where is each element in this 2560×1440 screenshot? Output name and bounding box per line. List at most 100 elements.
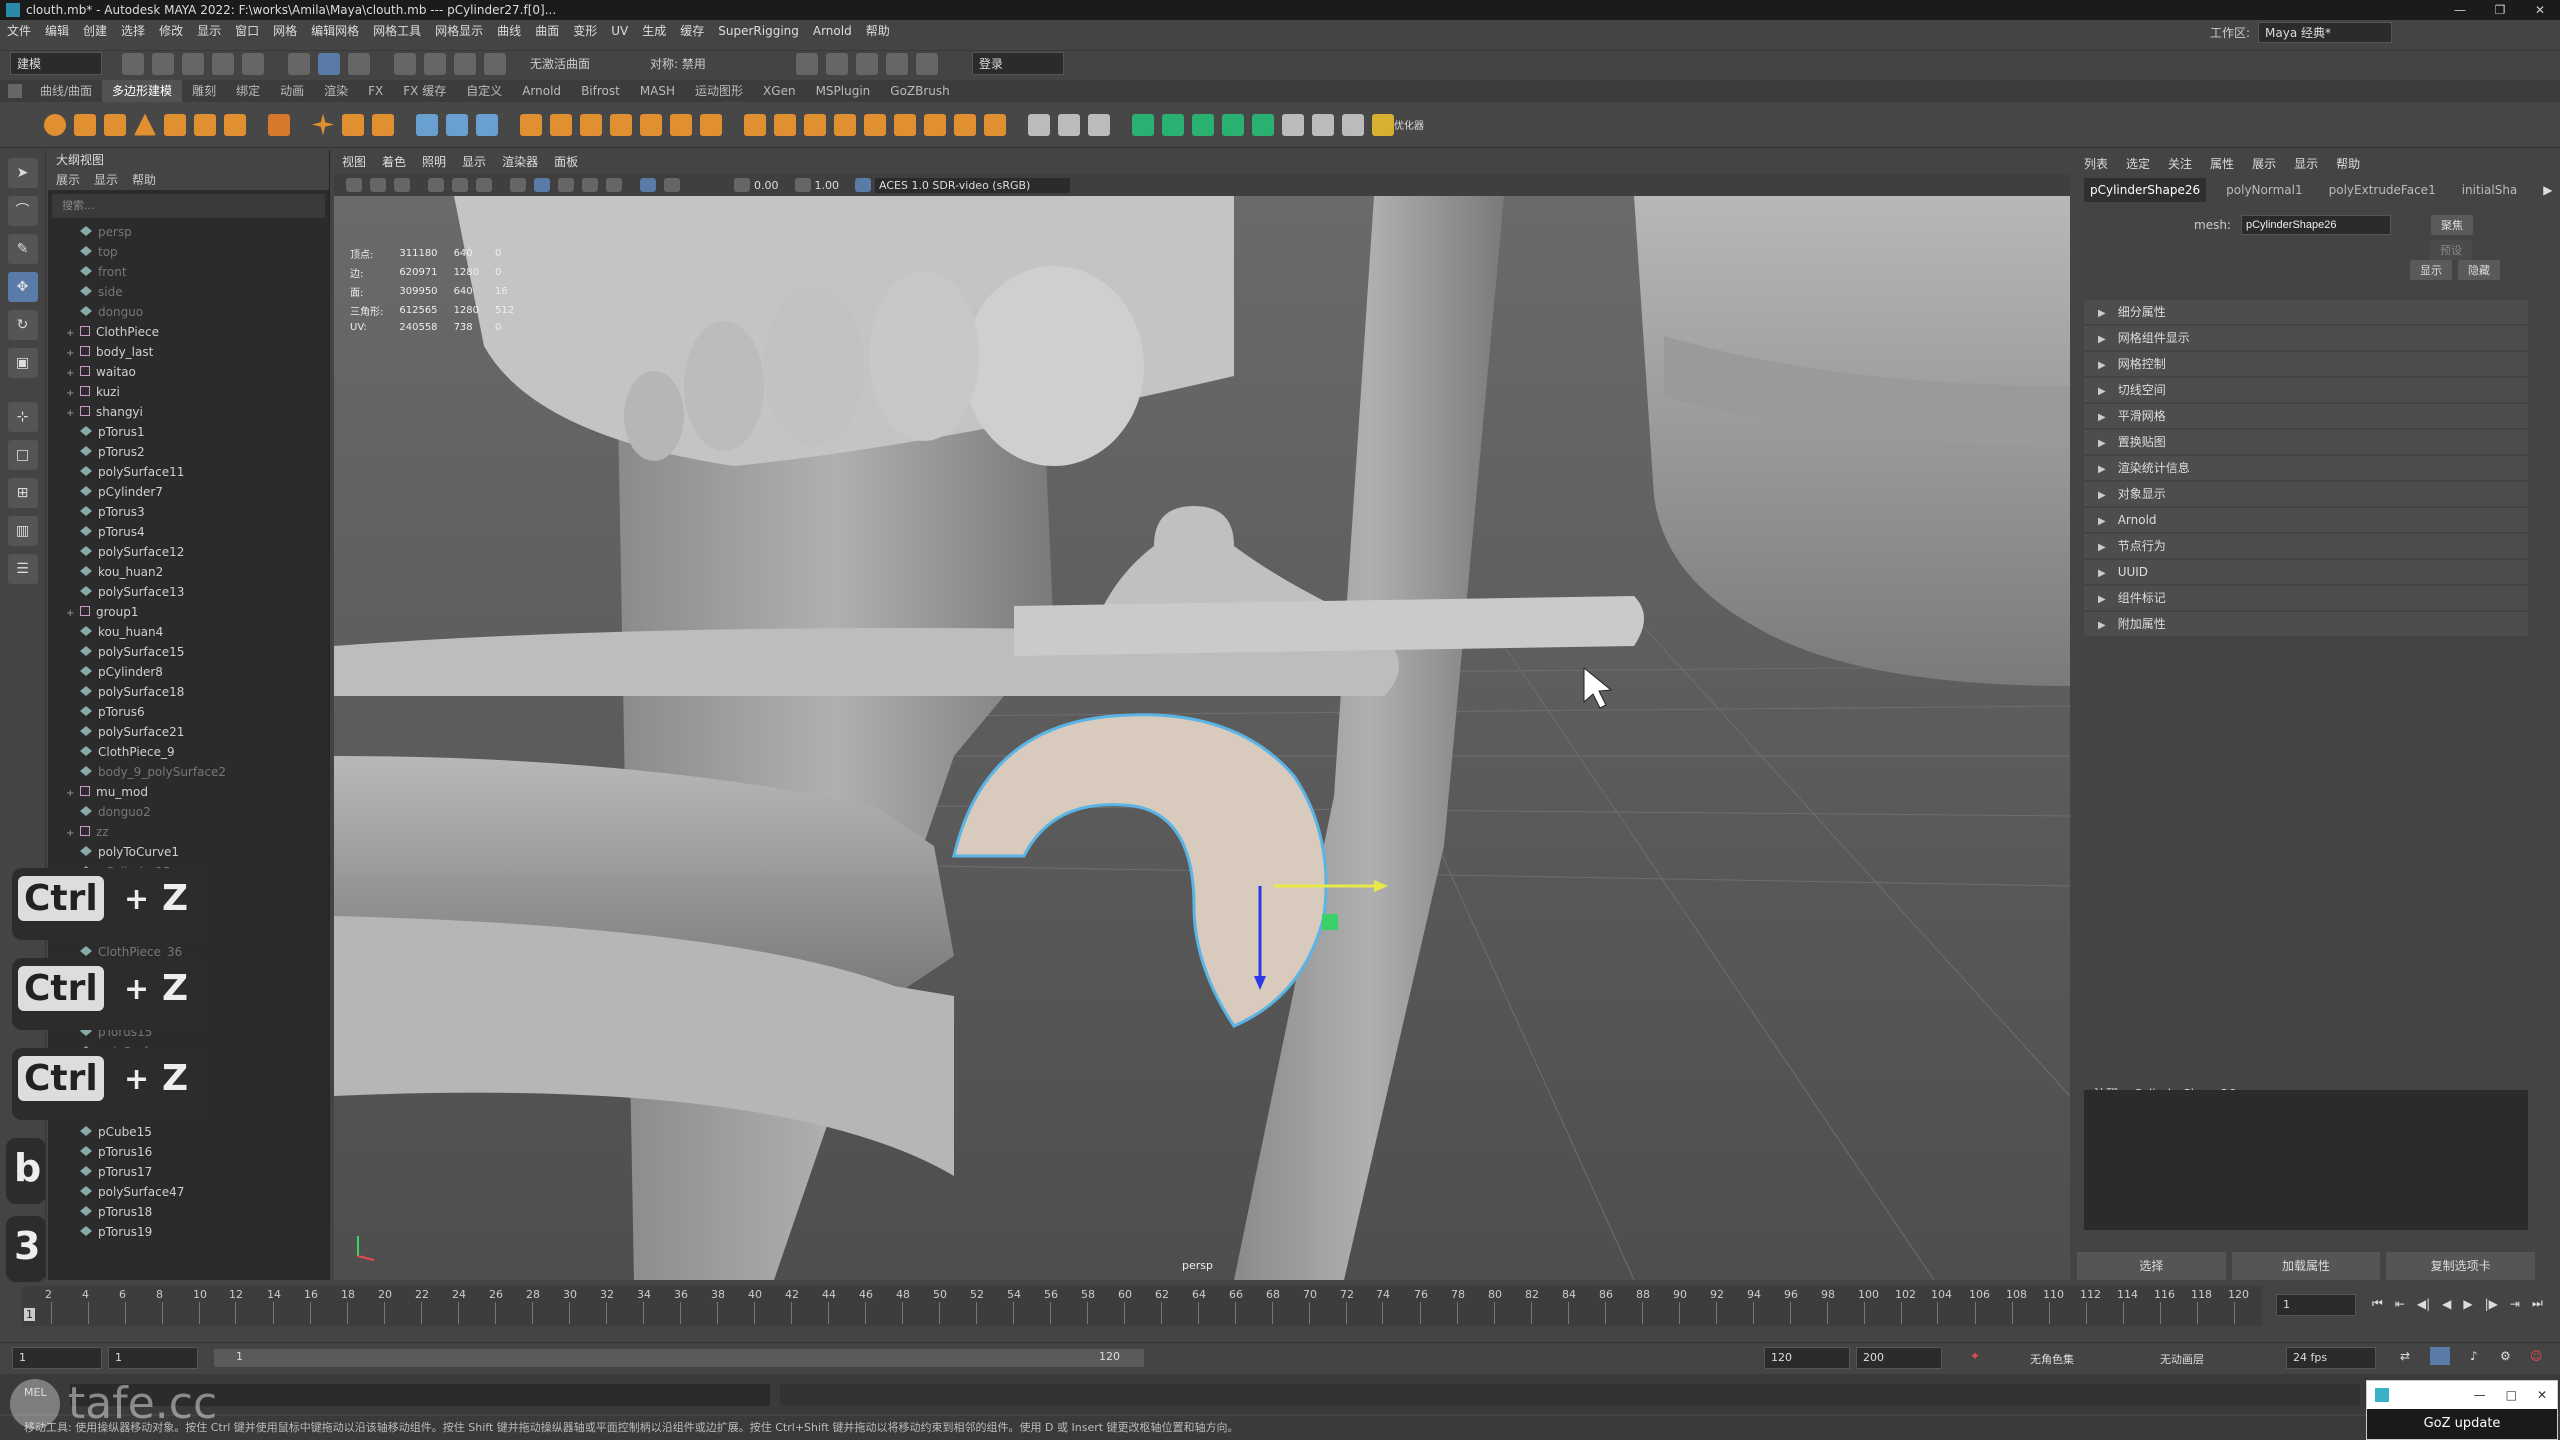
xray-icon[interactable] (664, 178, 680, 192)
outliner-item[interactable]: pCylinder7 (66, 482, 329, 502)
loop-icon[interactable]: ⇄ (2400, 1349, 2410, 1363)
outliner-item[interactable]: polySurface18 (66, 682, 329, 702)
lights-icon[interactable] (582, 178, 598, 192)
shelf-tab[interactable]: Bifrost (571, 80, 630, 102)
menu-item[interactable]: 修改 (152, 20, 190, 42)
key-icon[interactable] (2430, 1347, 2450, 1365)
outliner-menu-item[interactable]: 显示 (94, 170, 118, 190)
shelf-tab[interactable]: 曲线/曲面 (30, 80, 102, 102)
fill-hole-icon[interactable] (610, 113, 632, 136)
time-slider[interactable]: 1 2 4 6 8 10 12 14 16 18 20 22 24 26 28 30 32 34 36 38 40 42… (0, 1282, 2560, 1340)
bookmark-icon[interactable] (394, 178, 410, 192)
undo-icon[interactable] (212, 52, 235, 75)
poly-torus-icon[interactable] (164, 113, 186, 136)
attr-tab[interactable]: pCylinderShape26 (2084, 178, 2207, 202)
viewport-menu-item[interactable]: 照明 (422, 150, 446, 174)
outliner-item[interactable]: top (66, 242, 329, 262)
menu-item[interactable]: 帮助 (859, 20, 897, 42)
outliner-item[interactable]: donguo (66, 302, 329, 322)
menu-item[interactable]: UV (604, 20, 635, 42)
login-button[interactable]: 登录 (971, 52, 1064, 75)
viewport-panel[interactable]: 视图 着色 照明 显示 渲染器 面板 0.00 1.00 ACES 1.0 SDR-vid… (334, 150, 2070, 1280)
menu-item[interactable]: 生成 (635, 20, 673, 42)
redo-icon[interactable] (242, 52, 265, 75)
isolate-select-icon[interactable] (640, 178, 656, 192)
menu-item[interactable]: 文件 (0, 20, 38, 42)
outliner-item[interactable]: pTorus17 (66, 1162, 329, 1182)
menu-item[interactable]: Arnold (806, 20, 859, 42)
menu-item[interactable]: 编辑网格 (304, 20, 366, 42)
exposure-field[interactable]: 0.00 (754, 179, 779, 192)
relax-icon[interactable] (1088, 113, 1110, 136)
poly-plane-icon[interactable] (194, 113, 216, 136)
connect-icon[interactable] (804, 113, 826, 136)
outliner-item[interactable]: + body_last (66, 342, 329, 362)
outliner-item[interactable]: pTorus16 (66, 1142, 329, 1162)
hide-button[interactable]: 隐藏 (2458, 260, 2500, 280)
auto-key-icon[interactable]: ✦ (1970, 1349, 1980, 1363)
outliner-item[interactable]: pCube15 (66, 1122, 329, 1142)
move-tool-icon[interactable]: ✥ (7, 272, 38, 302)
quad-draw-icon[interactable] (864, 113, 886, 136)
play-back-icon[interactable]: ◀ (2442, 1297, 2451, 1311)
new-scene-icon[interactable] (122, 52, 145, 75)
step-forward-key-icon[interactable]: ⇥ (2510, 1297, 2520, 1311)
attr-section[interactable]: ▶ 渲染统计信息 (2084, 456, 2528, 480)
go-to-end-icon[interactable]: ⏭ (2532, 1296, 2543, 1311)
viewport-menu-item[interactable]: 着色 (382, 150, 406, 174)
insert-loop-icon[interactable] (894, 113, 916, 136)
menu-item[interactable]: 曲面 (528, 20, 566, 42)
snap-curve-icon[interactable] (424, 52, 447, 75)
attr-section[interactable]: ▶ 细分属性 (2084, 300, 2528, 324)
close-button[interactable]: ✕ (2520, 0, 2560, 20)
menu-item[interactable]: 选择 (114, 20, 152, 42)
outliner-item[interactable]: kou_huan2 (66, 562, 329, 582)
attr-section[interactable]: ▶ 组件标记 (2084, 586, 2528, 610)
settings-icon[interactable]: ⚙ (2500, 1349, 2511, 1363)
viewport-menu-item[interactable]: 面板 (554, 150, 578, 174)
attr-menu-item[interactable]: 显示 (2294, 150, 2318, 178)
shelf-tab[interactable]: GoZBrush (880, 80, 960, 102)
cylindrical-uv-icon[interactable] (1192, 113, 1214, 136)
shelf-tab[interactable]: XGen (753, 80, 806, 102)
anim-end-field[interactable]: 200 (1856, 1347, 1942, 1369)
attr-menu-item[interactable]: 展示 (2252, 150, 2276, 178)
expand-toggle-icon[interactable]: + (66, 404, 76, 422)
outliner-item[interactable]: + ClothPiece (66, 322, 329, 342)
poly-cube-icon[interactable] (74, 113, 96, 136)
outliner-item[interactable]: polySurface12 (66, 542, 329, 562)
outliner-item[interactable]: pTorus2 (66, 442, 329, 462)
step-forward-icon[interactable]: |▶ (2485, 1297, 2498, 1311)
outliner-item[interactable]: + kuzi (66, 382, 329, 402)
shelf-tab[interactable]: 雕刻 (182, 80, 226, 102)
outliner-item[interactable]: body_9_polySurface2 (66, 762, 329, 782)
outliner-item[interactable]: front (66, 262, 329, 282)
menu-item[interactable]: 显示 (190, 20, 228, 42)
attr-menu-item[interactable]: 关注 (2168, 150, 2192, 178)
select-hierarchy-icon[interactable] (288, 52, 311, 75)
workspace-select[interactable]: Maya 经典* (2258, 21, 2393, 43)
uv-grid-icon[interactable] (1282, 113, 1304, 136)
menu-item[interactable]: 网格工具 (366, 20, 428, 42)
outliner-item[interactable]: kou_huan4 (66, 622, 329, 642)
spherical-uv-icon[interactable] (1222, 113, 1244, 136)
bevel-icon[interactable] (670, 113, 692, 136)
scene-view[interactable]: 顶点: 311180 640 0 边: 620971 1280 0 面: 309950 640 16 三… (334, 196, 2070, 1280)
symmetry-select[interactable]: 对称: 禁用 (650, 55, 706, 72)
tab-scroll-arrow-icon[interactable]: ▶ (2537, 178, 2558, 202)
four-view-icon[interactable]: ⊞ (7, 478, 38, 508)
outliner-item[interactable]: donguo2 (66, 802, 329, 822)
ipr-render-icon[interactable] (855, 52, 878, 75)
mirror-icon[interactable] (550, 113, 572, 136)
shelf-tab[interactable]: 绑定 (226, 80, 270, 102)
current-frame-field[interactable]: 1 (2276, 1294, 2356, 1316)
viewport-menu-item[interactable]: 渲染器 (502, 150, 538, 174)
wireframe-icon[interactable] (510, 178, 526, 192)
sound-icon[interactable]: ♪ (2470, 1349, 2478, 1363)
range-slider-bar[interactable]: 1 120 (214, 1349, 1144, 1367)
mesh-name-field[interactable] (2240, 215, 2391, 235)
planar-uv-icon[interactable] (1162, 113, 1184, 136)
notes-field[interactable] (2084, 1090, 2528, 1230)
attr-menu-item[interactable]: 属性 (2210, 150, 2234, 178)
lasso-tool-icon[interactable]: ⌒ (7, 196, 38, 226)
